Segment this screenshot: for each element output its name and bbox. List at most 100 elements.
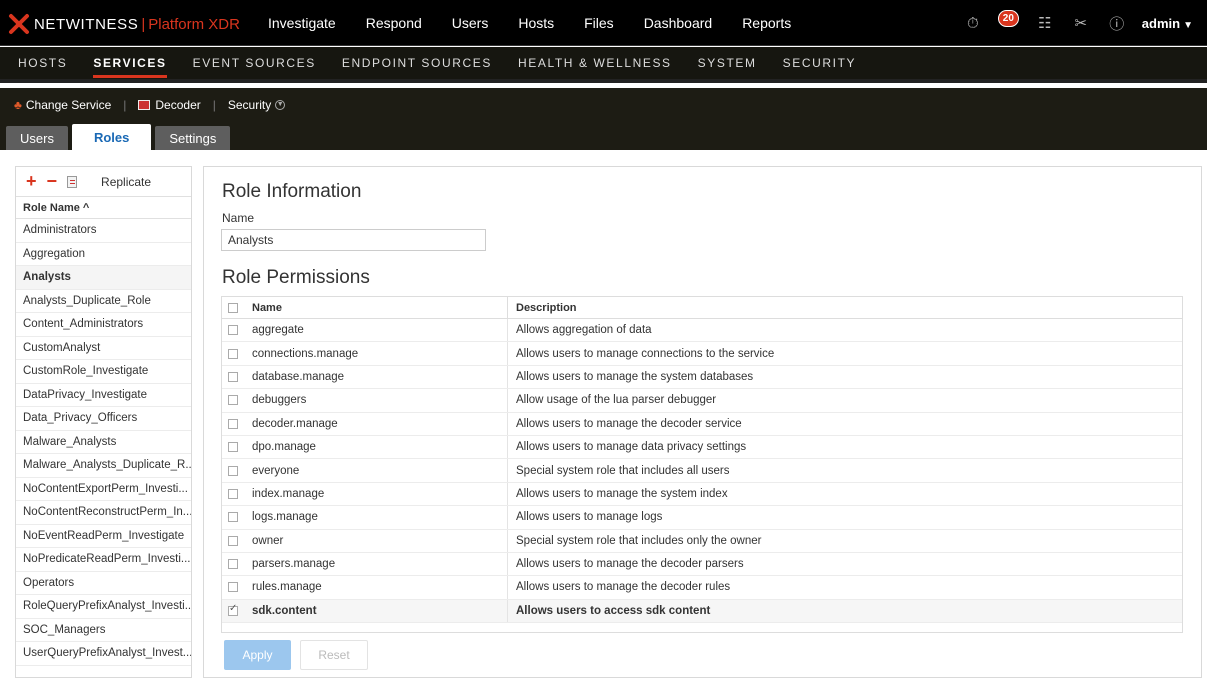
- notifications-icon[interactable]: 20: [997, 10, 1020, 34]
- role-list-item[interactable]: Malware_Analysts_Duplicate_R...: [16, 454, 191, 478]
- nav-hosts[interactable]: Hosts: [518, 15, 554, 31]
- change-service-link[interactable]: Change Service: [26, 98, 111, 112]
- table-row[interactable]: owner Special system role that includes o…: [222, 529, 1182, 553]
- table-row[interactable]: debuggers Allow usage of the lua parser d…: [222, 389, 1182, 413]
- table-row[interactable]: aggregate Allows aggregation of data: [222, 319, 1182, 343]
- apply-button[interactable]: Apply: [224, 640, 291, 670]
- subnav-health-wellness[interactable]: HEALTH & WELLNESS: [518, 56, 672, 70]
- table-row[interactable]: index.manage Allows users to manage the s…: [222, 482, 1182, 507]
- subnav-endpoint-sources[interactable]: ENDPOINT SOURCES: [342, 56, 492, 70]
- role-permissions-title: Role Permissions: [222, 267, 370, 288]
- role-list-item[interactable]: Operators: [16, 572, 191, 595]
- tools-icon[interactable]: ✂: [1070, 12, 1092, 34]
- role-list-item[interactable]: RoleQueryPrefixAnalyst_Investi...: [16, 595, 191, 619]
- tab-roles[interactable]: Roles: [71, 124, 152, 150]
- permission-name: debuggers: [252, 394, 307, 407]
- subnav-security[interactable]: SECURITY: [783, 56, 856, 70]
- permission-checkbox[interactable]: [228, 465, 238, 476]
- nav-users[interactable]: Users: [452, 15, 489, 31]
- tab-users[interactable]: Users: [6, 126, 68, 150]
- remove-role-icon[interactable]: −: [47, 171, 58, 192]
- nav-dashboard[interactable]: Dashboard: [644, 15, 713, 31]
- permission-checkbox[interactable]: [228, 488, 238, 499]
- permission-description: Allows users to manage logs: [507, 506, 662, 529]
- role-list-item[interactable]: Content_Administrators: [16, 313, 191, 337]
- role-name-column-header[interactable]: Role Name ^: [16, 197, 191, 219]
- subnav-hosts[interactable]: HOSTS: [18, 56, 67, 70]
- permission-description: Allows users to manage the system databa…: [507, 365, 753, 389]
- nav-investigate[interactable]: Investigate: [268, 15, 336, 31]
- add-role-icon[interactable]: +: [26, 171, 37, 192]
- role-list-item[interactable]: NoContentReconstructPerm_In...: [16, 501, 191, 525]
- role-list: Administrators Aggregation Analysts Analyst…: [16, 219, 191, 666]
- permission-checkbox[interactable]: [228, 395, 238, 406]
- permission-checkbox[interactable]: [228, 371, 238, 382]
- role-list-item[interactable]: NoEventReadPerm_Investigate: [16, 525, 191, 548]
- table-row[interactable]: rules.manage Allows users to manage the d…: [222, 576, 1182, 600]
- role-list-item[interactable]: CustomRole_Investigate: [16, 360, 191, 384]
- netwitness-logo[interactable]: NETWITNESS | Platform XDR: [8, 12, 240, 36]
- role-list-item[interactable]: NoPredicateReadPerm_Investi...: [16, 548, 191, 572]
- tab-settings[interactable]: Settings: [155, 126, 231, 150]
- role-list-item[interactable]: Data_Privacy_Officers: [16, 407, 191, 431]
- role-list-item[interactable]: NoContentExportPerm_Investi...: [16, 478, 191, 501]
- select-all-checkbox[interactable]: [228, 302, 238, 313]
- subnav-services[interactable]: SERVICES: [93, 56, 167, 78]
- service-breadcrumb: ♣ Change Service | Decoder | Security ▼: [14, 94, 286, 116]
- subnav-system[interactable]: SYSTEM: [698, 56, 757, 70]
- subnav-event-sources[interactable]: EVENT SOURCES: [193, 56, 316, 70]
- permission-name: rules.manage: [252, 581, 322, 594]
- permission-checkbox[interactable]: [228, 582, 238, 593]
- name-column-header: Name: [252, 301, 282, 314]
- security-tabs: Users Roles Settings: [6, 124, 234, 150]
- table-row[interactable]: connections.manage Allows users to manage…: [222, 342, 1182, 366]
- permission-checkbox[interactable]: [228, 418, 238, 429]
- replicate-icon[interactable]: [67, 175, 78, 188]
- table-row[interactable]: parsers.manage Allows users to manage the…: [222, 552, 1182, 577]
- permission-checkbox[interactable]: [228, 442, 238, 453]
- role-name-input[interactable]: [221, 229, 486, 251]
- role-list-item[interactable]: DataPrivacy_Investigate: [16, 384, 191, 407]
- nav-reports[interactable]: Reports: [742, 15, 791, 31]
- netwitness-logo-icon: [9, 14, 29, 34]
- role-list-item[interactable]: Aggregation: [16, 243, 191, 266]
- replicate-button[interactable]: Replicate: [101, 175, 151, 189]
- permission-name: aggregate: [252, 324, 304, 337]
- role-list-item[interactable]: Malware_Analysts: [16, 431, 191, 454]
- timer-icon[interactable]: ⏱: [962, 12, 984, 34]
- nav-respond[interactable]: Respond: [366, 15, 422, 31]
- role-list-item[interactable]: SOC_Managers: [16, 619, 191, 642]
- name-label: Name: [222, 211, 255, 225]
- role-list-item[interactable]: Analysts_Duplicate_Role: [16, 290, 191, 313]
- help-icon[interactable]: ⓘ: [1106, 12, 1128, 34]
- role-list-item[interactable]: CustomAnalyst: [16, 337, 191, 360]
- permission-checkbox[interactable]: [228, 535, 238, 546]
- permission-checkbox[interactable]: [228, 559, 238, 570]
- nav-files[interactable]: Files: [584, 15, 614, 31]
- permission-description: Allows users to manage the decoder servi…: [507, 412, 742, 435]
- permission-checkbox[interactable]: [228, 325, 238, 336]
- role-list-item[interactable]: UserQueryPrefixAnalyst_Invest...: [16, 642, 191, 666]
- tasks-icon[interactable]: ☷: [1034, 12, 1056, 34]
- permission-name: parsers.manage: [252, 558, 336, 571]
- table-row[interactable]: sdk.content Allows users to access sdk co…: [222, 599, 1182, 624]
- chevron-down-icon[interactable]: ▼: [275, 100, 286, 110]
- user-menu[interactable]: admin ▼: [1142, 16, 1193, 31]
- section-dropdown[interactable]: Security: [228, 98, 271, 112]
- permission-description: Allows users to manage connections to th…: [507, 342, 774, 365]
- service-name[interactable]: Decoder: [155, 98, 200, 112]
- reset-button[interactable]: Reset: [300, 640, 368, 670]
- table-row[interactable]: everyone Special system role that include…: [222, 459, 1182, 483]
- table-row[interactable]: decoder.manage Allows users to manage the…: [222, 412, 1182, 436]
- table-row[interactable]: dpo.manage Allows users to manage data pr…: [222, 435, 1182, 460]
- table-header: Name Description: [222, 297, 1182, 319]
- username: admin: [1141, 15, 1181, 31]
- role-list-item[interactable]: Analysts: [16, 266, 191, 290]
- permission-checkbox[interactable]: [228, 512, 238, 523]
- admin-subnav: HOSTS SERVICES EVENT SOURCES ENDPOINT SO…: [0, 47, 1207, 83]
- permission-checkbox[interactable]: [228, 603, 238, 616]
- table-row[interactable]: database.manage Allows users to manage th…: [222, 365, 1182, 390]
- table-row[interactable]: logs.manage Allows users to manage logs: [222, 506, 1182, 530]
- permission-checkbox[interactable]: [228, 348, 238, 359]
- role-list-item[interactable]: Administrators: [16, 219, 191, 243]
